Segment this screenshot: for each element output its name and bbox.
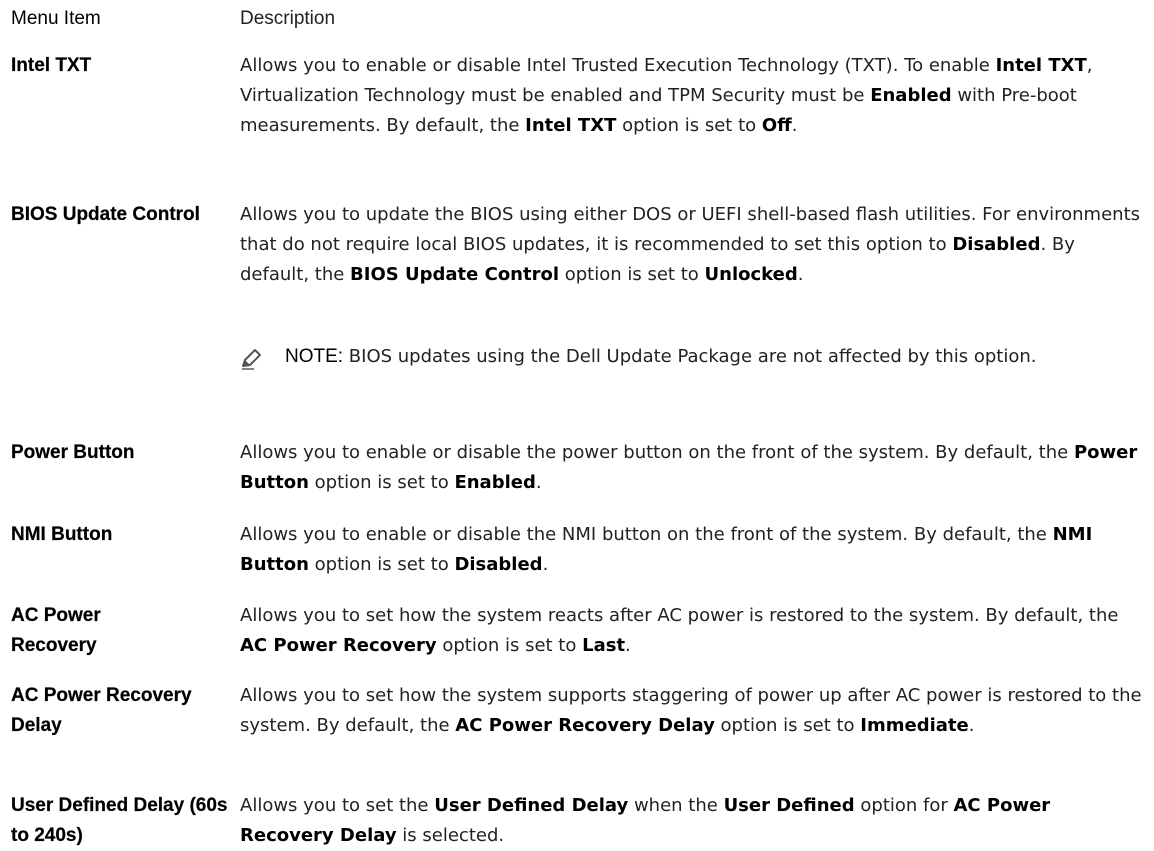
description-text: .	[968, 715, 975, 736]
menu-item-description: Allows you to enable or disable Intel Tr…	[240, 51, 1145, 141]
description-text: option is set to	[436, 635, 583, 656]
description-text: option is set to	[308, 472, 455, 493]
description-text: Allows you to enable or disable the NMI …	[240, 524, 1053, 545]
description-text: .	[535, 472, 542, 493]
bold-term: Intel TXT	[525, 115, 617, 136]
header-description: Description	[240, 8, 336, 29]
menu-item-name: BIOS Update Control	[11, 204, 200, 225]
bold-term: Disabled	[454, 554, 543, 575]
description-text: when the	[628, 795, 724, 816]
menu-item-description: Allows you to set how the system support…	[240, 681, 1145, 741]
description-text: Allows you to enable or disable the powe…	[240, 442, 1074, 463]
bold-term: Off	[761, 115, 792, 136]
bold-term: AC Power Recovery	[240, 635, 437, 656]
menu-item-name: User Defined Delay (60s to 240s)	[11, 795, 228, 846]
description-text: option is set to	[714, 715, 861, 736]
description-text: option is set to	[559, 264, 705, 285]
menu-item-description: Allows you to set how the system reacts …	[240, 601, 1145, 661]
header-menu-item: Menu Item	[11, 8, 101, 29]
menu-item-name: AC Power Recovery	[11, 605, 101, 656]
description-text: Allows you to enable or disable Intel Tr…	[240, 55, 996, 76]
bold-term: User Defined	[723, 795, 855, 816]
bold-term: Enabled	[454, 472, 536, 493]
menu-item-description: Allows you to enable or disable the powe…	[240, 438, 1145, 498]
bold-term: BIOS Update Control	[350, 264, 560, 285]
menu-item-name: AC Power Recovery Delay	[11, 685, 192, 736]
description-text: .	[797, 264, 804, 285]
description-text: option is set to	[308, 554, 455, 575]
menu-item-description: Allows you to enable or disable the NMI …	[240, 520, 1145, 580]
menu-item-name: NMI Button	[11, 524, 113, 545]
description-text: option is set to	[616, 115, 762, 136]
pencil-note-icon	[242, 349, 261, 370]
description-text: .	[791, 115, 798, 136]
note-text: NOTE: BIOS updates using the Dell Update…	[285, 342, 1145, 372]
menu-item-name: Intel TXT	[11, 55, 92, 76]
description-text: option for	[854, 795, 954, 816]
bold-term: AC Power Recovery Delay	[455, 715, 715, 736]
bold-term: Last	[582, 635, 626, 656]
bold-term: Disabled	[952, 234, 1041, 255]
note-body: BIOS updates using the Dell Update Packa…	[343, 346, 1037, 367]
description-text: Allows you to set how the system reacts …	[240, 605, 1119, 626]
description-text: .	[625, 635, 631, 656]
bold-term: Unlocked	[704, 264, 798, 285]
bold-term: Immediate	[860, 715, 969, 736]
description-text: is selected.	[396, 825, 505, 846]
description-text: Allows you to set the	[240, 795, 435, 816]
note-label: NOTE:	[285, 346, 344, 367]
description-text: .	[542, 554, 549, 575]
menu-item-description: Allows you to update the BIOS using eith…	[240, 200, 1145, 290]
document-page: Menu Item Description Intel TXT Allows y…	[0, 0, 1154, 849]
bold-term: Enabled	[870, 85, 952, 106]
bold-term: Intel TXT	[995, 55, 1087, 76]
menu-item-name: Power Button	[11, 442, 135, 463]
bold-term: User Defined Delay	[434, 795, 629, 816]
menu-item-description: Allows you to set the User Defined Delay…	[240, 791, 1145, 851]
